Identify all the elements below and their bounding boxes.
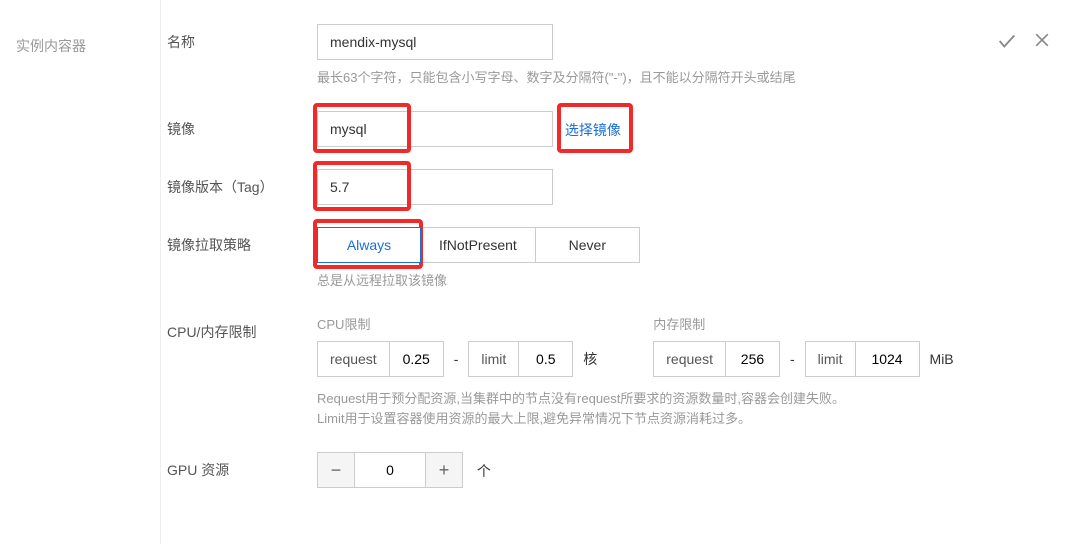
- mem-unit: MiB: [930, 351, 954, 367]
- mem-limit-input[interactable]: [855, 342, 919, 376]
- name-input[interactable]: [317, 24, 553, 60]
- cpu-mem-help1: Request用于预分配资源,当集群中的节点没有request所要求的资源数量时…: [317, 389, 1056, 410]
- section-title: 实例内容器: [16, 36, 160, 56]
- cpu-mem-label: CPU/内存限制: [167, 314, 317, 342]
- image-tag-input[interactable]: [317, 169, 553, 205]
- gpu-plus-button[interactable]: +: [425, 452, 463, 488]
- cpu-unit: 核: [583, 349, 597, 369]
- close-icon[interactable]: [1032, 30, 1052, 52]
- cpu-limit-input[interactable]: [518, 342, 572, 376]
- gpu-minus-button[interactable]: −: [317, 452, 355, 488]
- pull-policy-always[interactable]: Always: [317, 227, 421, 263]
- confirm-icon[interactable]: [996, 30, 1018, 52]
- pull-policy-never[interactable]: Never: [536, 227, 640, 263]
- pull-policy-help: 总是从远程拉取该镜像: [317, 271, 1056, 292]
- mem-dash: -: [790, 351, 795, 367]
- name-label: 名称: [167, 24, 317, 52]
- pull-policy-group: Always IfNotPresent Never: [317, 227, 640, 263]
- cpu-request-input[interactable]: [389, 342, 443, 376]
- mem-limit-label: limit: [806, 351, 855, 367]
- cpu-request-label: request: [318, 351, 389, 367]
- mem-request-input[interactable]: [725, 342, 779, 376]
- cpu-limit-title: CPU限制: [317, 314, 597, 333]
- mem-limit-title: 内存限制: [653, 314, 953, 333]
- gpu-input[interactable]: [355, 452, 425, 488]
- cpu-dash: -: [454, 351, 459, 367]
- mem-request-label: request: [654, 351, 725, 367]
- image-label: 镜像: [167, 111, 317, 139]
- gpu-unit: 个: [477, 463, 491, 479]
- cpu-mem-help2: Limit用于设置容器使用资源的最大上限,避免异常情况下节点资源消耗过多。: [317, 409, 1056, 430]
- pull-policy-label: 镜像拉取策略: [167, 227, 317, 255]
- gpu-stepper: − +: [317, 452, 463, 488]
- gpu-label: GPU 资源: [167, 452, 317, 480]
- pull-policy-ifnotpresent[interactable]: IfNotPresent: [421, 227, 536, 263]
- name-help: 最长63个字符，只能包含小写字母、数字及分隔符("-")，且不能以分隔符开头或结…: [317, 68, 1056, 89]
- image-input[interactable]: [317, 111, 553, 147]
- cpu-limit-label: limit: [469, 351, 518, 367]
- select-image-link[interactable]: 选择镜像: [565, 122, 621, 138]
- image-tag-label: 镜像版本（Tag）: [167, 169, 317, 197]
